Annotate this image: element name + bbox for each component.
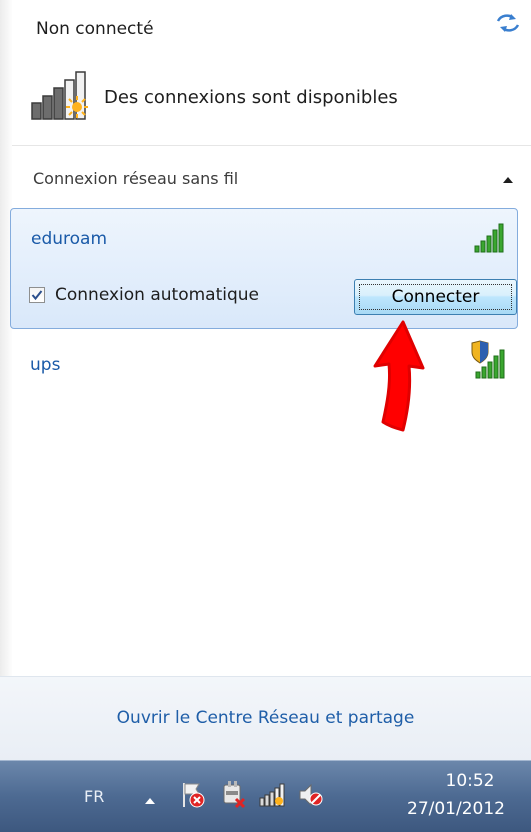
language-indicator[interactable]: FR: [84, 787, 104, 806]
volume-muted-icon[interactable]: [298, 781, 324, 813]
open-network-center-link[interactable]: Ouvrir le Centre Réseau et partage: [0, 708, 531, 728]
connection-status-title: Non connecté: [36, 19, 154, 39]
wifi-signal-secured-icon: [468, 340, 512, 386]
clock-time[interactable]: 10:52: [420, 771, 520, 791]
show-hidden-icons-icon[interactable]: [143, 791, 157, 810]
annotation-arrow: [345, 318, 425, 433]
availability-text: Des connexions sont disponibles: [104, 86, 398, 108]
network-item-ups[interactable]: ups: [10, 340, 518, 390]
divider: [12, 145, 531, 146]
auto-connect-checkbox[interactable]: [29, 287, 45, 303]
wireless-section-title: Connexion réseau sans fil: [33, 169, 239, 188]
availability-row: Des connexions sont disponibles: [30, 69, 398, 125]
auto-connect-row[interactable]: Connexion automatique: [29, 285, 259, 305]
action-center-flag-icon[interactable]: [180, 781, 206, 813]
network-tray-icon[interactable]: [258, 783, 286, 811]
footer-band: Ouvrir le Centre Réseau et partage: [0, 676, 531, 761]
network-name: ups: [30, 355, 61, 375]
clock-date[interactable]: 27/01/2012: [392, 799, 520, 819]
network-name: eduroam: [31, 229, 108, 249]
taskbar: FR 10:52 27/01/2012: [0, 760, 531, 832]
wifi-signal-icon: [473, 222, 507, 258]
shield-icon: [471, 340, 489, 364]
network-item-eduroam[interactable]: eduroam Connexion automatique Connecter: [10, 208, 518, 329]
power-plug-icon[interactable]: [220, 781, 246, 813]
network-available-icon: [30, 69, 98, 125]
connect-button-label: Connecter: [391, 287, 480, 307]
chevron-up-icon[interactable]: [500, 172, 516, 186]
connect-button[interactable]: Connecter: [354, 279, 517, 315]
refresh-icon[interactable]: [495, 12, 521, 34]
network-flyout: Non connecté Des connexions sont disponi…: [0, 0, 531, 761]
auto-connect-label: Connexion automatique: [55, 285, 259, 305]
